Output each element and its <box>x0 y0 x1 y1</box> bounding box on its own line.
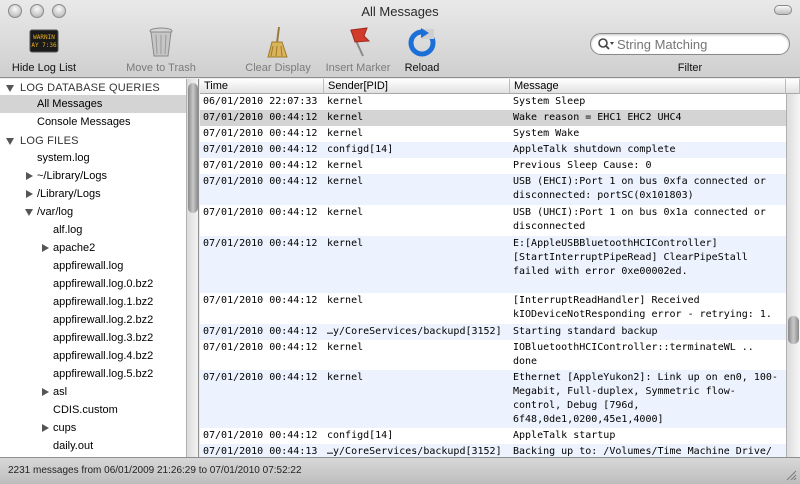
disclosure-right-icon[interactable] <box>42 244 49 252</box>
sidebar-item-apache2[interactable]: apache2 <box>0 239 186 257</box>
resize-grip-icon[interactable] <box>785 469 797 481</box>
sidebar-item-appfirewall-log[interactable]: appfirewall.log <box>0 257 186 275</box>
table-row[interactable]: 07/01/2010 00:44:12 kernel USB (UHCI):Po… <box>200 205 786 236</box>
svg-text:WARNIN: WARNIN <box>33 34 55 41</box>
column-header-corner <box>786 79 800 94</box>
disclosure-down-icon[interactable] <box>6 138 14 145</box>
sidebar-scroll-thumb[interactable] <box>188 83 198 213</box>
column-header-time[interactable]: Time <box>200 79 324 94</box>
table-row[interactable]: 06/01/2010 22:07:33 kernel System Sleep <box>200 94 786 110</box>
table-row[interactable]: 07/01/2010 00:44:12 kernel System Wake <box>200 126 786 142</box>
table-row[interactable]: 07/01/2010 00:44:12 …y/CoreServices/back… <box>200 324 786 340</box>
sidebar-item-var-log[interactable]: /var/log <box>0 203 186 221</box>
table-row[interactable]: 07/01/2010 00:44:12 kernel E:[AppleUSBBl… <box>200 236 786 293</box>
flag-icon <box>350 27 371 57</box>
console-window: All Messages WARNIN AY 7:36 Hide Log Lis… <box>0 0 800 484</box>
sidebar-item-user-library-logs[interactable]: ~/Library/Logs <box>0 167 186 185</box>
reload-button[interactable]: Reload <box>398 26 446 76</box>
sidebar-item-alf-log[interactable]: alf.log <box>0 221 186 239</box>
sidebar-item-daily-out[interactable]: daily.out <box>0 437 186 455</box>
table-row[interactable]: 07/01/2010 00:44:12 kernel Ethernet [App… <box>200 370 786 428</box>
message-scroll-thumb[interactable] <box>788 316 799 344</box>
sidebar-item-appfirewall-log-2[interactable]: appfirewall.log.2.bz2 <box>0 311 186 329</box>
hide-log-list-button[interactable]: WARNIN AY 7:36 Hide Log List <box>6 26 82 76</box>
disclosure-right-icon[interactable] <box>42 388 49 396</box>
table-row[interactable]: 07/01/2010 00:44:12 kernel Wake reason =… <box>200 110 786 126</box>
table-row[interactable]: 07/01/2010 00:44:13 …y/CoreServices/back… <box>200 444 786 457</box>
search-input[interactable] <box>617 36 783 52</box>
disclosure-down-icon[interactable] <box>6 85 14 92</box>
sidebar-item-appfirewall-log-1[interactable]: appfirewall.log.1.bz2 <box>0 293 186 311</box>
disclosure-right-icon[interactable] <box>26 172 33 180</box>
sidebar-item-library-logs[interactable]: /Library/Logs <box>0 185 186 203</box>
reload-label: Reload <box>404 62 440 74</box>
table-row[interactable]: 07/01/2010 00:44:12 kernel IOBluetoothHC… <box>200 340 786 370</box>
sidebar-item-appfirewall-log-0[interactable]: appfirewall.log.0.bz2 <box>0 275 186 293</box>
broom-icon <box>267 26 288 58</box>
sidebar-item-appfirewall-log-4[interactable]: appfirewall.log.4.bz2 <box>0 347 186 365</box>
message-scrollbar[interactable] <box>786 94 800 457</box>
console-icon: WARNIN AY 7:36 <box>29 29 59 53</box>
table-row[interactable]: 07/01/2010 00:44:12 kernel Previous Slee… <box>200 158 786 174</box>
sidebar-item-system-log[interactable]: system.log <box>0 149 186 167</box>
log-list-sidebar: LOG DATABASE QUERIES All Messages Consol… <box>0 79 199 457</box>
sidebar-item-asl[interactable]: asl <box>0 383 186 401</box>
window-title: All Messages <box>361 4 439 19</box>
column-header-sender[interactable]: Sender[PID] <box>324 79 510 94</box>
title-toolbar: All Messages WARNIN AY 7:36 Hide Log Lis… <box>0 0 800 78</box>
sidebar-item-cdis-custom[interactable]: CDIS.custom <box>0 401 186 419</box>
filter-label: Filter <box>677 62 703 74</box>
message-table: Time Sender[PID] Message 06/01/2010 22:0… <box>200 79 800 457</box>
clear-display-label: Clear Display <box>245 62 311 74</box>
sidebar-item-cups[interactable]: cups <box>0 419 186 437</box>
message-rows: 06/01/2010 22:07:33 kernel System Sleep … <box>200 94 786 457</box>
insert-marker-button[interactable]: Insert Marker <box>320 26 396 76</box>
clear-display-button[interactable]: Clear Display <box>238 26 318 76</box>
search-field[interactable] <box>590 33 790 55</box>
status-text: 2231 messages from 06/01/2009 21:26:29 t… <box>8 465 302 476</box>
disclosure-right-icon[interactable] <box>42 424 49 432</box>
table-row[interactable]: 07/01/2010 00:44:12 kernel [InterruptRea… <box>200 293 786 324</box>
reload-icon <box>408 28 436 57</box>
insert-marker-label: Insert Marker <box>325 62 391 74</box>
sidebar-scrollbar[interactable] <box>186 79 198 457</box>
sidebar-item-appfirewall-log-3[interactable]: appfirewall.log.3.bz2 <box>0 329 186 347</box>
table-row[interactable]: 07/01/2010 00:44:12 kernel USB (EHCI):Po… <box>200 174 786 205</box>
sidebar-group-log-files[interactable]: LOG FILES <box>0 132 186 150</box>
sidebar-item-all-messages[interactable]: All Messages <box>0 95 186 113</box>
disclosure-right-icon[interactable] <box>26 190 33 198</box>
disclosure-down-icon[interactable] <box>25 209 33 216</box>
table-row[interactable]: 07/01/2010 00:44:12 configd[14] AppleTal… <box>200 142 786 158</box>
move-to-trash-button[interactable]: Move to Trash <box>118 26 204 76</box>
hide-log-list-label: Hide Log List <box>11 62 77 74</box>
sidebar-item-console-messages[interactable]: Console Messages <box>0 113 186 131</box>
table-row[interactable]: 07/01/2010 00:44:12 configd[14] AppleTal… <box>200 428 786 444</box>
trash-icon <box>149 27 173 57</box>
status-bar: 2231 messages from 06/01/2009 21:26:29 t… <box>0 457 800 484</box>
svg-text:AY 7:36: AY 7:36 <box>31 42 57 49</box>
sidebar-item-appfirewall-log-5[interactable]: appfirewall.log.5.bz2 <box>0 365 186 383</box>
column-header-message[interactable]: Message <box>510 79 786 94</box>
search-icon[interactable] <box>597 37 615 51</box>
move-to-trash-label: Move to Trash <box>126 62 196 74</box>
